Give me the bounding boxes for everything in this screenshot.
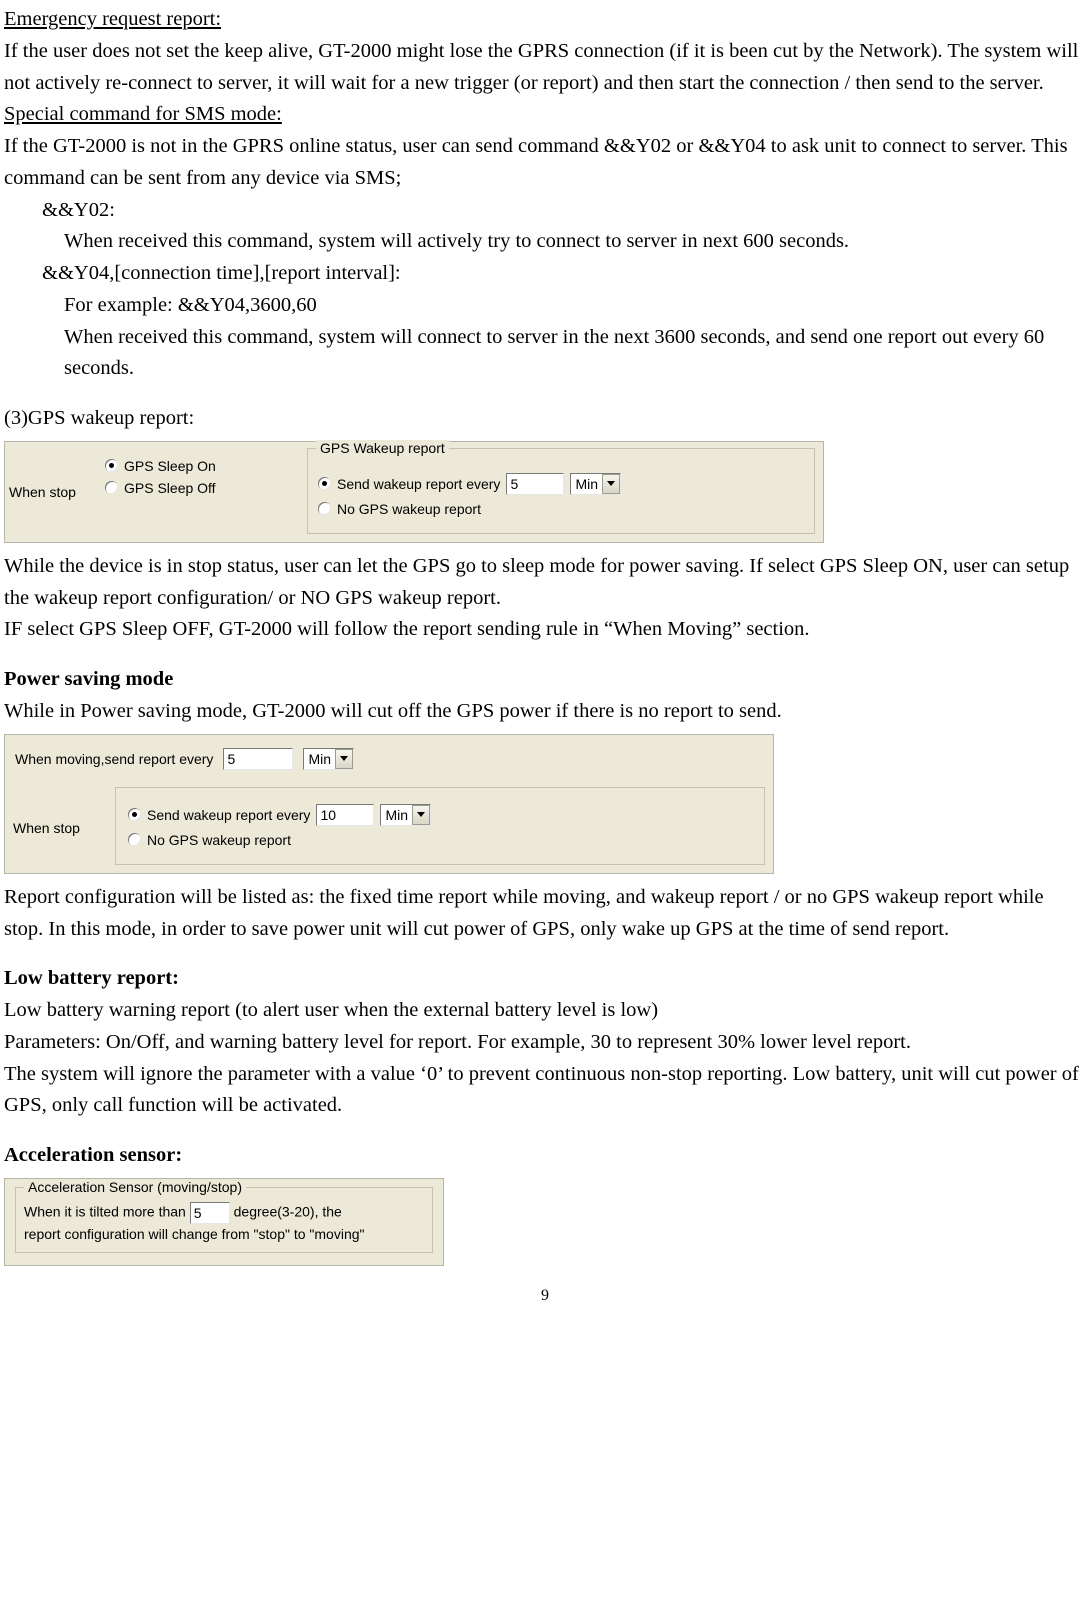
radio-icon xyxy=(105,459,118,472)
radio-icon xyxy=(105,481,118,494)
power-saving-panel: When moving,send report every Min When s… xyxy=(4,734,774,874)
groupbox-legend: GPS Wakeup report xyxy=(316,440,449,456)
tilt-text-line2: report configuration will change from "s… xyxy=(24,1226,424,1242)
when-stop-label: When stop xyxy=(13,820,80,836)
radio-label: GPS Sleep On xyxy=(124,458,216,474)
low-battery-paragraph-1: Low battery warning report (to alert use… xyxy=(4,995,1086,1027)
radio-label: Send wakeup report every xyxy=(147,807,310,823)
radio-label: GPS Sleep Off xyxy=(124,480,216,496)
radio-send-wakeup-every[interactable]: Send wakeup report every Min xyxy=(318,473,804,495)
heading-acceleration-sensor: Acceleration sensor: xyxy=(4,1140,1086,1172)
heading-special-sms: Special command for SMS mode: xyxy=(4,103,282,125)
accel-groupbox: Acceleration Sensor (moving/stop) When i… xyxy=(15,1187,433,1253)
power-saving-paragraph: While in Power saving mode, GT-2000 will… xyxy=(4,696,1086,728)
chevron-down-icon xyxy=(412,805,430,825)
heading-emergency: Emergency request report: xyxy=(4,8,221,30)
select-value: Min xyxy=(381,807,412,823)
y04-header: &&Y04,[connection time],[report interval… xyxy=(4,258,1086,290)
radio-icon xyxy=(318,502,331,515)
power-saving-paragraph-2: Report configuration will be listed as: … xyxy=(4,882,1086,946)
select-value: Min xyxy=(304,751,335,767)
tilt-label-post: degree(3-20), the xyxy=(234,1204,342,1220)
moving-interval-input[interactable] xyxy=(223,748,293,770)
heading-power-saving: Power saving mode xyxy=(4,664,1086,696)
gps-wakeup-paragraph-2: IF select GPS Sleep OFF, GT-2000 will fo… xyxy=(4,614,1086,646)
y02-body: When received this command, system will … xyxy=(4,226,1086,258)
chevron-down-icon xyxy=(602,474,620,494)
radio-icon xyxy=(128,808,141,821)
y04-body: When received this command, system will … xyxy=(4,322,1086,386)
chevron-down-icon xyxy=(335,749,353,769)
radio-label: Send wakeup report every xyxy=(337,476,500,492)
radio-label: No GPS wakeup report xyxy=(147,832,291,848)
wakeup-unit-select[interactable]: Min xyxy=(570,473,621,495)
radio-icon xyxy=(318,477,331,490)
stop-interval-input[interactable] xyxy=(316,804,374,826)
tilt-degree-input[interactable] xyxy=(190,1202,230,1224)
y02-header: &&Y02: xyxy=(4,195,1086,227)
gps-wakeup-panel: When stop GPS Sleep On GPS Sleep Off GPS… xyxy=(4,441,824,543)
radio-icon xyxy=(128,833,141,846)
acceleration-sensor-panel: Acceleration Sensor (moving/stop) When i… xyxy=(4,1178,444,1266)
stop-unit-select[interactable]: Min xyxy=(380,804,431,826)
emergency-paragraph: If the user does not set the keep alive,… xyxy=(4,36,1086,100)
gps-wakeup-paragraph-1: While the device is in stop status, user… xyxy=(4,551,1086,615)
radio-send-wakeup-every[interactable]: Send wakeup report every Min xyxy=(128,804,752,826)
heading-low-battery: Low battery report: xyxy=(4,963,1086,995)
wakeup-interval-input[interactable] xyxy=(506,473,564,495)
low-battery-paragraph-3: The system will ignore the parameter wit… xyxy=(4,1059,1086,1123)
page-number: 9 xyxy=(4,1284,1086,1309)
special-sms-paragraph: If the GT-2000 is not in the GPRS online… xyxy=(4,131,1086,195)
radio-no-gps-wakeup[interactable]: No GPS wakeup report xyxy=(128,832,752,848)
heading-gps-wakeup: (3)GPS wakeup report: xyxy=(4,403,1086,435)
radio-no-gps-wakeup[interactable]: No GPS wakeup report xyxy=(318,501,804,517)
when-moving-label: When moving,send report every xyxy=(15,751,213,767)
when-stop-label: When stop xyxy=(9,484,76,500)
gps-wakeup-groupbox: GPS Wakeup report Send wakeup report eve… xyxy=(307,448,815,534)
low-battery-paragraph-2: Parameters: On/Off, and warning battery … xyxy=(4,1027,1086,1059)
select-value: Min xyxy=(571,476,602,492)
moving-unit-select[interactable]: Min xyxy=(303,748,354,770)
y04-example: For example: &&Y04,3600,60 xyxy=(4,290,1086,322)
radio-gps-sleep-off[interactable]: GPS Sleep Off xyxy=(105,480,293,496)
tilt-label-pre: When it is tilted more than xyxy=(24,1204,186,1220)
radio-gps-sleep-on[interactable]: GPS Sleep On xyxy=(105,458,293,474)
radio-label: No GPS wakeup report xyxy=(337,501,481,517)
groupbox-legend: Acceleration Sensor (moving/stop) xyxy=(24,1179,246,1195)
